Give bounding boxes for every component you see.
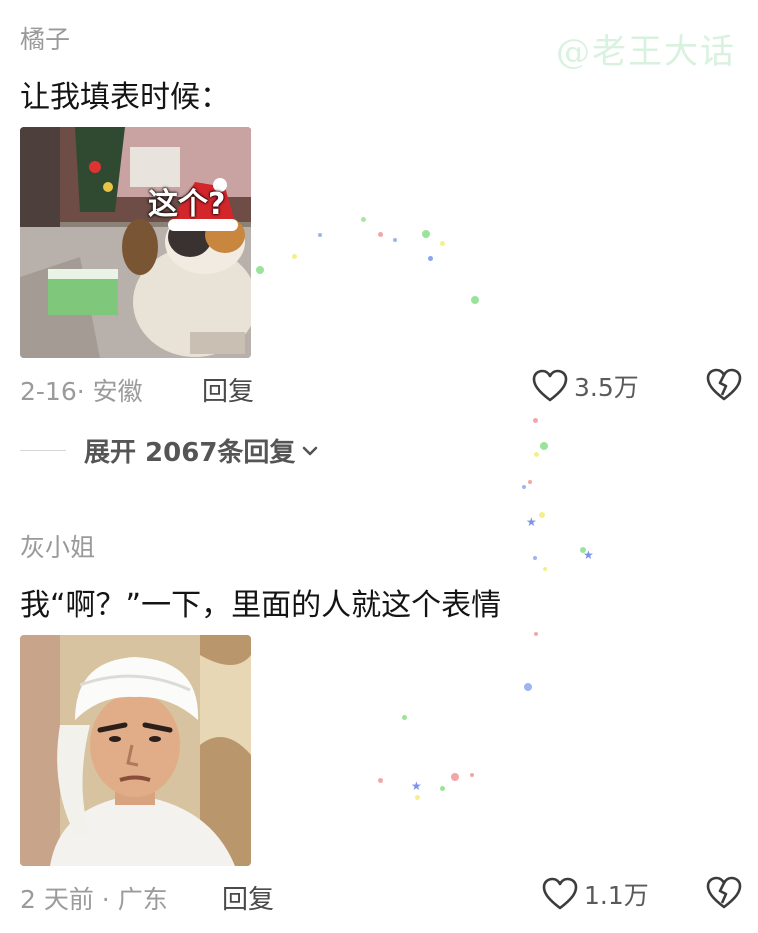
- expand-replies[interactable]: 展开 2067条回复: [20, 432, 319, 469]
- chevron-down-icon: [303, 446, 318, 455]
- heart-outline-icon: [542, 877, 578, 910]
- comment-image-cat[interactable]: 这个?: [20, 127, 251, 358]
- like-count: 1.1万: [584, 881, 649, 910]
- comment-image-man[interactable]: [20, 635, 251, 866]
- comment-text: 让我填表时候：: [20, 80, 230, 115]
- comment-username[interactable]: 橘子: [20, 20, 70, 56]
- like-button[interactable]: 1.1万: [542, 876, 649, 912]
- heart-outline-icon: [532, 369, 568, 402]
- expand-replies-label: 展开 2067条回复: [84, 438, 296, 468]
- comment-text: 我“啊？”一下，里面的人就这个表情: [20, 588, 502, 623]
- dislike-button[interactable]: [706, 876, 742, 914]
- like-button[interactable]: 3.5万: [532, 368, 639, 404]
- broken-heart-icon: [706, 368, 742, 401]
- watermark: @老王大话: [556, 32, 736, 72]
- dislike-button[interactable]: [706, 368, 742, 406]
- comment-meta: 2-16· 安徽: [20, 377, 143, 406]
- comment-username[interactable]: 灰小姐: [20, 528, 95, 564]
- divider: [20, 450, 66, 451]
- comment-meta: 2 天前 · 广东: [20, 885, 168, 914]
- like-count: 3.5万: [574, 373, 639, 402]
- reply-button[interactable]: 回复: [202, 371, 254, 408]
- reply-button[interactable]: 回复: [222, 879, 274, 916]
- broken-heart-icon: [706, 876, 742, 909]
- image-caption: 这个?: [148, 187, 226, 222]
- comment-feed: @老王大话 橘子 让我填表时候： 这个? 2-16· 安徽 回复 3.5万 展开…: [0, 0, 758, 933]
